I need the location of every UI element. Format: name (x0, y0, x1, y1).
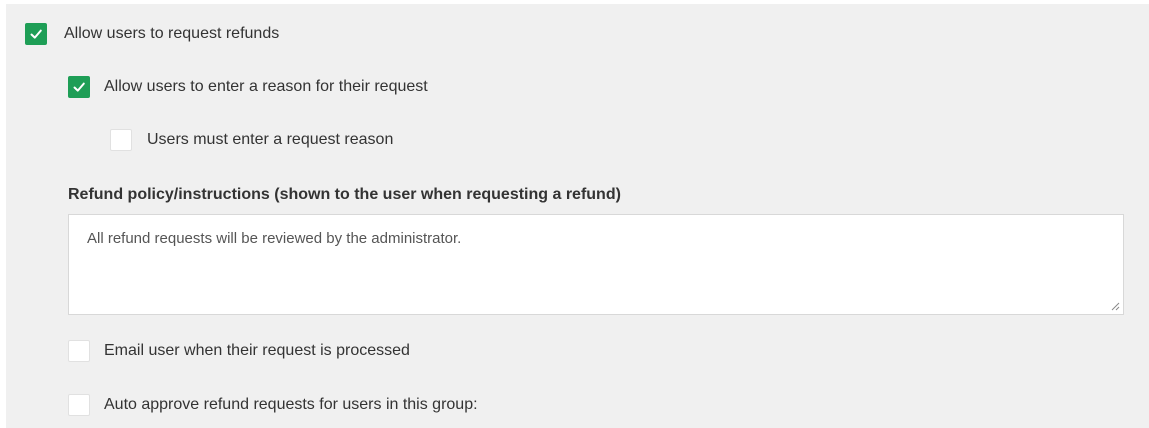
auto-approve-option[interactable]: Auto approve refund requests for users i… (68, 394, 478, 416)
require-reason-option[interactable]: Users must enter a request reason (110, 129, 393, 151)
require-reason-label[interactable]: Users must enter a request reason (147, 131, 393, 149)
check-icon (73, 82, 85, 92)
allow-reason-checkbox[interactable] (68, 76, 90, 98)
allow-refunds-option[interactable]: Allow users to request refunds (25, 23, 279, 45)
allow-refunds-checkbox[interactable] (25, 23, 47, 45)
email-user-checkbox[interactable] (68, 340, 90, 362)
allow-refunds-label[interactable]: Allow users to request refunds (64, 25, 279, 43)
allow-reason-label[interactable]: Allow users to enter a reason for their … (104, 78, 428, 96)
refund-policy-heading: Refund policy/instructions (shown to the… (68, 186, 621, 203)
email-user-label[interactable]: Email user when their request is process… (104, 342, 410, 360)
auto-approve-checkbox[interactable] (68, 394, 90, 416)
allow-reason-option[interactable]: Allow users to enter a reason for their … (68, 76, 428, 98)
email-user-option[interactable]: Email user when their request is process… (68, 340, 410, 362)
refund-policy-text[interactable]: All refund requests will be reviewed by … (87, 230, 461, 247)
check-icon (30, 29, 42, 39)
refund-policy-textarea[interactable]: All refund requests will be reviewed by … (68, 214, 1124, 315)
resize-grip-icon[interactable] (1111, 302, 1120, 311)
require-reason-checkbox[interactable] (110, 129, 132, 151)
auto-approve-label[interactable]: Auto approve refund requests for users i… (104, 396, 478, 414)
